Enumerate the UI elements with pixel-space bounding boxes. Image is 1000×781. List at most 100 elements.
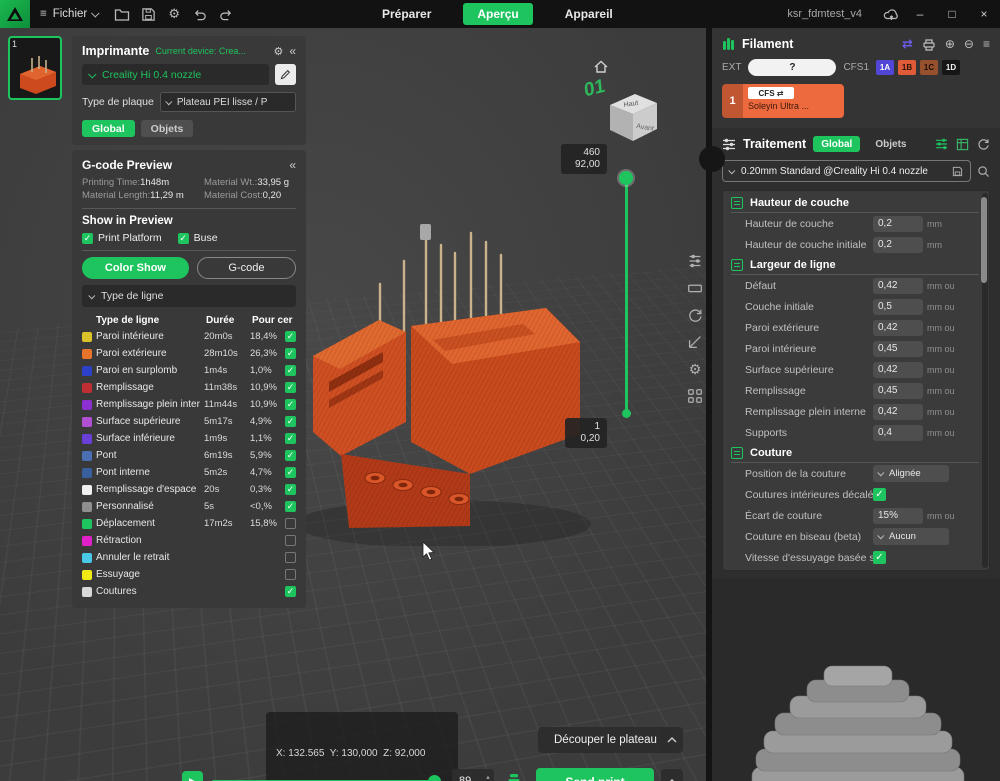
line-type-visibility-checkbox[interactable]: ✓ bbox=[285, 433, 296, 444]
gcode-view-button[interactable]: G-code bbox=[196, 257, 296, 279]
setting-input[interactable]: 0,2 bbox=[873, 215, 923, 232]
measure-icon[interactable] bbox=[684, 331, 706, 353]
process-tab-global[interactable]: Global bbox=[813, 136, 861, 152]
advanced-tune-icon[interactable] bbox=[935, 138, 948, 150]
filament-slot-1B[interactable]: 1B bbox=[898, 60, 917, 75]
tab-device[interactable]: Appareil bbox=[555, 3, 623, 25]
model-preview[interactable] bbox=[283, 220, 595, 546]
setting-checkbox[interactable]: ✓ bbox=[873, 551, 886, 564]
checkbox-checked[interactable]: ✓ bbox=[82, 232, 93, 244]
panel-collapse-handle[interactable] bbox=[699, 146, 725, 172]
line-type-visibility-checkbox[interactable] bbox=[285, 552, 296, 563]
animate-layers-play-button[interactable]: ▶ bbox=[182, 771, 203, 781]
layer-slider-handle-top[interactable] bbox=[619, 171, 633, 185]
setting-input[interactable]: 0,45 bbox=[873, 382, 923, 399]
slice-options-caret-button[interactable] bbox=[661, 727, 683, 753]
line-type-visibility-checkbox[interactable]: ✓ bbox=[285, 399, 296, 410]
tab-prepare[interactable]: Préparer bbox=[372, 3, 441, 25]
tab-global[interactable]: Global bbox=[82, 120, 135, 137]
app-logo[interactable] bbox=[0, 0, 30, 28]
print-platform-toggle[interactable]: ✓ Print Platform bbox=[82, 232, 162, 244]
line-type-visibility-checkbox[interactable]: ✓ bbox=[285, 450, 296, 461]
line-type-visibility-checkbox[interactable]: ✓ bbox=[285, 416, 296, 427]
color-show-button[interactable]: Color Show bbox=[82, 257, 189, 279]
filament-slot-1A[interactable]: 1A bbox=[876, 60, 895, 75]
extruder-value-pill[interactable]: ? bbox=[748, 59, 837, 76]
layer-slider-track[interactable] bbox=[625, 178, 628, 414]
printer-icon[interactable] bbox=[922, 38, 936, 51]
line-type-visibility-checkbox[interactable] bbox=[285, 535, 296, 546]
setting-input[interactable]: 0,5 bbox=[873, 298, 923, 315]
printer-settings-icon[interactable]: ⚙ bbox=[273, 45, 283, 58]
printer-select[interactable]: Creality Hi 0.4 nozzle bbox=[82, 64, 269, 85]
undo-icon[interactable] bbox=[187, 0, 213, 28]
search-settings-icon[interactable] bbox=[977, 165, 990, 178]
layer-slider-handle-bottom[interactable] bbox=[622, 409, 631, 418]
setting-input[interactable]: 0,42 bbox=[873, 319, 923, 336]
line-type-visibility-checkbox[interactable] bbox=[285, 569, 296, 580]
line-type-visibility-checkbox[interactable] bbox=[285, 518, 296, 529]
close-button[interactable]: × bbox=[968, 0, 1000, 28]
nozzle-toggle[interactable]: ✓ Buse bbox=[177, 232, 218, 244]
filament-slot-1D[interactable]: 1D bbox=[942, 60, 961, 75]
settings-gear-icon[interactable]: ⚙ bbox=[161, 0, 187, 28]
remove-filament-icon[interactable]: ⊖ bbox=[964, 37, 974, 51]
home-view-icon[interactable] bbox=[593, 59, 609, 74]
layer-list-icon[interactable] bbox=[684, 250, 706, 272]
setting-input[interactable]: 15% bbox=[873, 507, 923, 524]
file-menu[interactable]: ≡ Fichier bbox=[30, 8, 109, 20]
settings-scrollbar[interactable] bbox=[981, 193, 988, 568]
line-type-visibility-checkbox[interactable]: ✓ bbox=[285, 331, 296, 342]
filament-slot-1C[interactable]: 1C bbox=[920, 60, 939, 75]
tab-objects[interactable]: Objets bbox=[140, 120, 194, 137]
stepper-arrows[interactable]: ▲▼ bbox=[485, 775, 491, 781]
tab-preview[interactable]: Aperçu bbox=[463, 3, 533, 25]
reset-view-icon[interactable] bbox=[684, 304, 706, 326]
line-type-visibility-checkbox[interactable]: ✓ bbox=[285, 467, 296, 478]
checkbox-checked[interactable]: ✓ bbox=[177, 232, 189, 244]
line-type-visibility-checkbox[interactable]: ✓ bbox=[285, 484, 296, 495]
setting-input[interactable]: 0,42 bbox=[873, 361, 923, 378]
setting-input[interactable]: 0,2 bbox=[873, 236, 923, 253]
line-type-visibility-checkbox[interactable]: ✓ bbox=[285, 365, 296, 376]
slice-plate-button[interactable]: Découper le plateau bbox=[538, 727, 673, 753]
redo-icon[interactable] bbox=[213, 0, 239, 28]
save-preset-icon[interactable] bbox=[952, 166, 963, 177]
reset-settings-icon[interactable] bbox=[977, 138, 990, 151]
plate-thumbnail[interactable]: 1 bbox=[8, 36, 62, 100]
maximize-button[interactable]: □ bbox=[936, 0, 968, 28]
process-tab-objects[interactable]: Objets bbox=[867, 136, 914, 152]
layer-number-value[interactable]: 89 bbox=[459, 775, 485, 781]
process-preset-select[interactable]: 0.20mm Standard @Creality Hi 0.4 nozzle bbox=[722, 160, 971, 182]
layer-animation-slider-thumb[interactable] bbox=[428, 775, 441, 781]
setting-select[interactable]: Alignée bbox=[873, 465, 949, 482]
line-type-visibility-checkbox[interactable]: ✓ bbox=[285, 348, 296, 359]
setting-input[interactable]: 0,4 bbox=[873, 424, 923, 441]
line-type-visibility-checkbox[interactable]: ✓ bbox=[285, 382, 296, 393]
send-options-caret-button[interactable] bbox=[661, 769, 683, 781]
filament-list-icon[interactable]: ≡ bbox=[983, 37, 990, 51]
filament-1-chip[interactable]: 1 CFS ⇄ Soleyin Ultra ... bbox=[722, 84, 844, 118]
setting-input[interactable]: 0,42 bbox=[873, 403, 923, 420]
line-type-visibility-checkbox[interactable]: ✓ bbox=[285, 501, 296, 512]
save-icon[interactable] bbox=[135, 0, 161, 28]
setting-input[interactable]: 0,45 bbox=[873, 340, 923, 357]
layer-stack-icon[interactable] bbox=[504, 772, 524, 781]
sync-mapping-icon[interactable]: ⇄ bbox=[902, 36, 913, 52]
open-file-icon[interactable] bbox=[109, 0, 135, 28]
setting-input[interactable]: 0,42 bbox=[873, 277, 923, 294]
settings-scrollbar-thumb[interactable] bbox=[981, 197, 987, 283]
line-type-visibility-checkbox[interactable]: ✓ bbox=[285, 586, 296, 597]
add-filament-icon[interactable]: ⊕ bbox=[945, 37, 955, 51]
collapse-panel-icon[interactable]: « bbox=[289, 158, 296, 172]
setting-select[interactable]: Aucun bbox=[873, 528, 949, 545]
collapse-panel-icon[interactable]: « bbox=[289, 44, 296, 58]
plate-type-select[interactable]: Plateau PEI lisse / P bbox=[159, 92, 296, 112]
send-print-button[interactable]: Send print bbox=[536, 768, 654, 781]
plate-icon[interactable] bbox=[684, 277, 706, 299]
edit-printer-button[interactable] bbox=[275, 64, 296, 85]
line-type-select[interactable]: Type de ligne bbox=[82, 285, 296, 307]
orientation-cube[interactable]: Haut Avant bbox=[600, 88, 662, 146]
setting-checkbox[interactable]: ✓ bbox=[873, 488, 886, 501]
viewport-settings-icon[interactable]: ⚙ bbox=[684, 358, 706, 380]
